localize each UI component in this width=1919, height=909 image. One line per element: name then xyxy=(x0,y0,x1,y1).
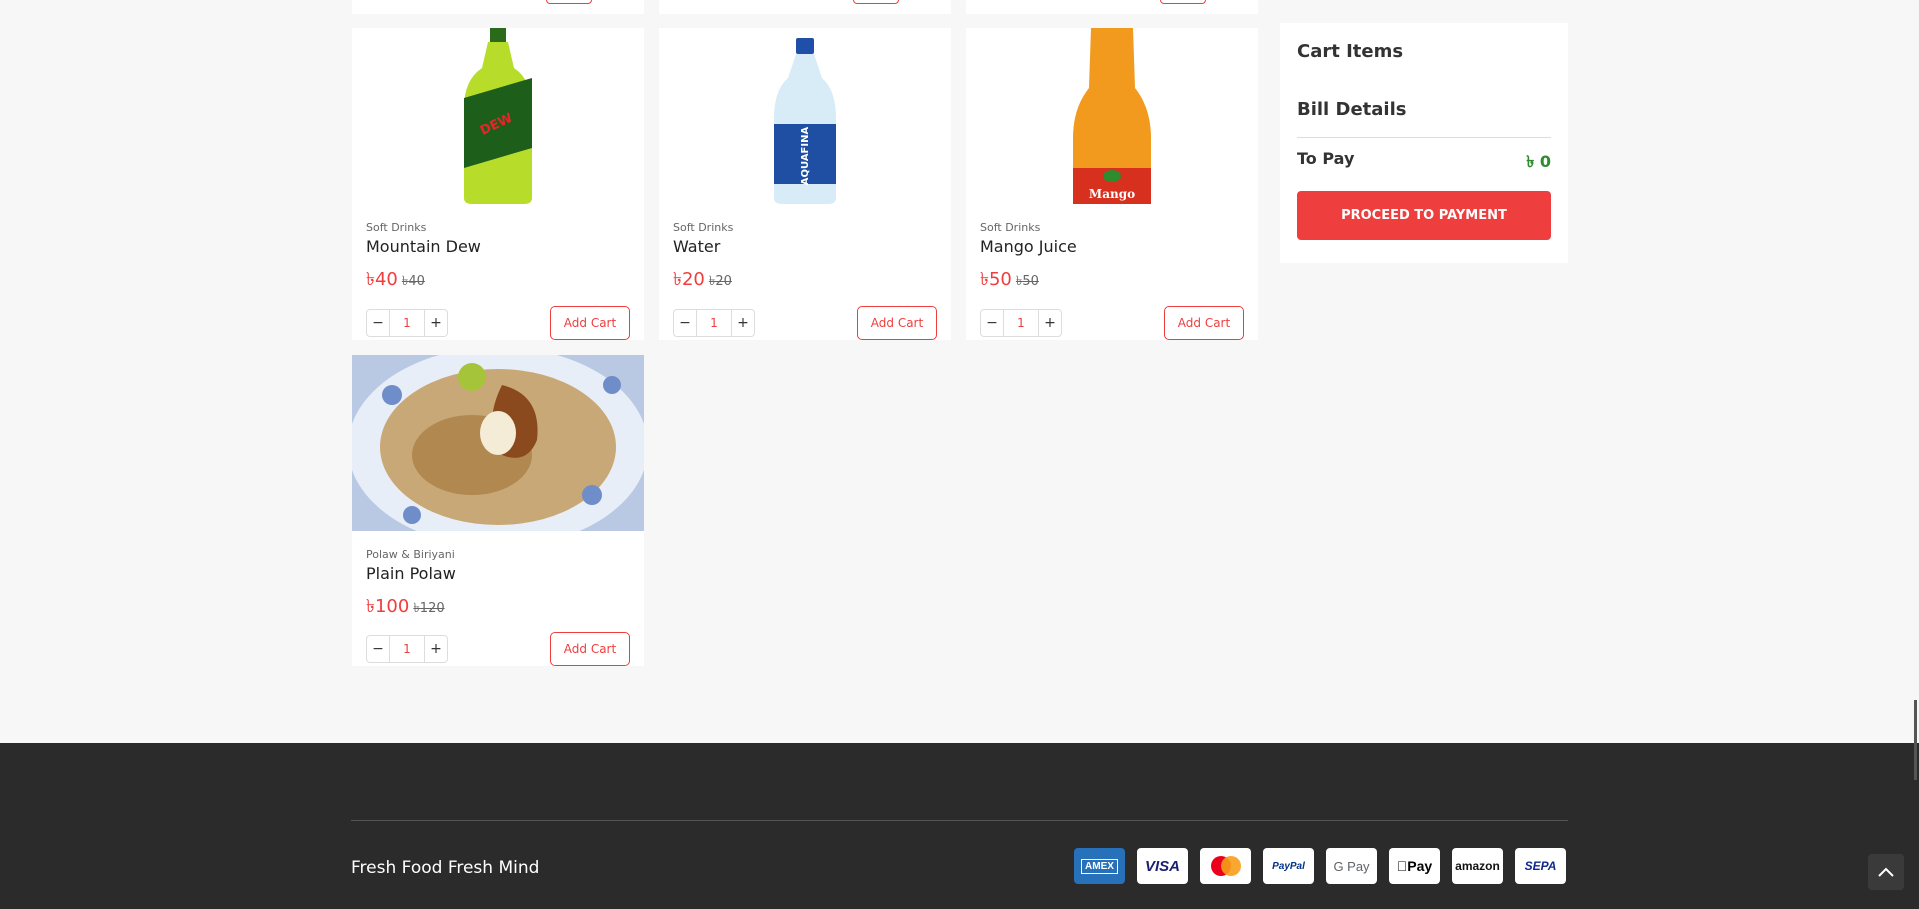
price-row: ৳40 ৳40 xyxy=(366,265,425,296)
product-card: Polaw & Biriyani Plain Polaw ৳100 ৳120 −… xyxy=(352,355,644,666)
footer-divider xyxy=(351,820,1568,821)
water-bottle-icon: AQUAFINA xyxy=(774,38,836,204)
add-cart-button[interactable]: Add Cart xyxy=(857,306,937,340)
increase-button[interactable]: + xyxy=(425,636,447,662)
product-category: Polaw & Biriyani xyxy=(366,548,455,561)
to-pay-value: ৳ 0 xyxy=(1526,152,1551,171)
decrease-button[interactable]: − xyxy=(367,310,389,336)
add-cart-button-clipped[interactable] xyxy=(853,0,899,4)
mango-juice-bottle-icon: Mango xyxy=(1073,28,1151,204)
product-card-clipped xyxy=(352,0,644,14)
decrease-button[interactable]: − xyxy=(981,310,1003,336)
quantity-value[interactable]: 1 xyxy=(389,636,425,662)
product-image[interactable]: AQUAFINA xyxy=(659,28,951,204)
product-image[interactable]: Mango xyxy=(966,28,1258,204)
google-pay-icon: G Pay xyxy=(1326,848,1377,884)
price-row: ৳50 ৳50 xyxy=(980,265,1039,296)
product-name[interactable]: Plain Polaw xyxy=(366,564,456,583)
product-category: Soft Drinks xyxy=(366,221,427,234)
quantity-stepper: − 1 + xyxy=(366,309,448,337)
apple-pay-icon: Pay xyxy=(1389,848,1440,884)
increase-button[interactable]: + xyxy=(732,310,754,336)
quantity-value[interactable]: 1 xyxy=(389,310,425,336)
svg-text:Mango: Mango xyxy=(1089,187,1135,201)
decrease-button[interactable]: − xyxy=(674,310,696,336)
add-cart-button-clipped[interactable] xyxy=(1160,0,1206,4)
product-card-clipped xyxy=(966,0,1258,14)
visa-label: VISA xyxy=(1144,857,1180,875)
product-name[interactable]: Mango Juice xyxy=(980,237,1077,256)
product-name[interactable]: Water xyxy=(673,237,720,256)
product-card: AQUAFINA Soft Drinks Water ৳20 ৳20 − 1 +… xyxy=(659,28,951,340)
apple-pay-text: Pay xyxy=(1402,858,1432,874)
product-card: DEW Soft Drinks Mountain Dew ৳40 ৳40 − 1… xyxy=(352,28,644,340)
paypal-label: PayPal xyxy=(1272,860,1305,872)
increase-button[interactable]: + xyxy=(1039,310,1061,336)
product-old-price: ৳20 xyxy=(708,274,732,289)
product-price: ৳40 xyxy=(366,269,398,290)
add-cart-button[interactable]: Add Cart xyxy=(550,306,630,340)
divider xyxy=(1297,137,1551,138)
sepa-icon: SEPA xyxy=(1515,848,1566,884)
to-pay-label: To Pay xyxy=(1297,149,1355,168)
decrease-button[interactable]: − xyxy=(367,636,389,662)
add-cart-button[interactable]: Add Cart xyxy=(1164,306,1244,340)
sepa-label: SEPA xyxy=(1524,859,1557,873)
svg-text:AQUAFINA: AQUAFINA xyxy=(800,127,811,186)
polaw-plate-icon xyxy=(352,355,644,531)
add-cart-button-clipped[interactable] xyxy=(546,0,592,4)
increase-button[interactable]: + xyxy=(425,310,447,336)
bill-details-title: Bill Details xyxy=(1297,99,1407,120)
quantity-stepper: − 1 + xyxy=(366,635,448,663)
cart-sidebar: Cart Items Bill Details To Pay ৳ 0 PROCE… xyxy=(1280,23,1568,263)
apple-pay-label: Pay xyxy=(1397,858,1432,874)
product-price: ৳100 xyxy=(366,596,410,617)
amazon-pay-icon: amazon xyxy=(1452,848,1503,884)
product-image[interactable] xyxy=(352,355,644,531)
scroll-to-top-button[interactable] xyxy=(1868,854,1904,890)
product-price: ৳20 xyxy=(673,269,705,290)
mastercard-icon xyxy=(1200,848,1251,884)
chevron-up-icon xyxy=(1878,867,1894,877)
gpay-label: G Pay xyxy=(1333,858,1370,874)
product-category: Soft Drinks xyxy=(673,221,734,234)
payment-methods: AMEX VISA PayPal G Pay Pay amazon SEPA xyxy=(1074,848,1566,884)
amex-icon: AMEX xyxy=(1074,848,1125,884)
quantity-value[interactable]: 1 xyxy=(1003,310,1039,336)
footer: Fresh Food Fresh Mind AMEX VISA PayPal G… xyxy=(0,743,1919,909)
price-row: ৳100 ৳120 xyxy=(366,592,445,623)
quantity-stepper: − 1 + xyxy=(673,309,755,337)
add-cart-button[interactable]: Add Cart xyxy=(550,632,630,666)
product-old-price: ৳50 xyxy=(1015,274,1039,289)
visa-icon: VISA xyxy=(1137,848,1188,884)
cart-items-title: Cart Items xyxy=(1297,41,1404,62)
amex-label: AMEX xyxy=(1081,858,1118,874)
product-page: DEW Soft Drinks Mountain Dew ৳40 ৳40 − 1… xyxy=(0,0,1919,743)
product-card: Mango Soft Drinks Mango Juice ৳50 ৳50 − … xyxy=(966,28,1258,340)
product-name[interactable]: Mountain Dew xyxy=(366,237,481,256)
product-card-clipped xyxy=(659,0,951,14)
footer-tagline: Fresh Food Fresh Mind xyxy=(351,858,540,878)
amazon-label: amazon xyxy=(1455,859,1500,873)
price-row: ৳20 ৳20 xyxy=(673,265,732,296)
product-old-price: ৳120 xyxy=(413,601,445,616)
proceed-to-payment-button[interactable]: PROCEED TO PAYMENT xyxy=(1297,191,1551,240)
scrollbar-thumb[interactable] xyxy=(1914,700,1917,780)
quantity-value[interactable]: 1 xyxy=(696,310,732,336)
paypal-icon: PayPal xyxy=(1263,848,1314,884)
product-image[interactable]: DEW xyxy=(352,28,644,204)
product-old-price: ৳40 xyxy=(401,274,425,289)
quantity-stepper: − 1 + xyxy=(980,309,1062,337)
product-category: Soft Drinks xyxy=(980,221,1041,234)
product-price: ৳50 xyxy=(980,269,1012,290)
mountain-dew-bottle-icon: DEW xyxy=(464,28,532,204)
